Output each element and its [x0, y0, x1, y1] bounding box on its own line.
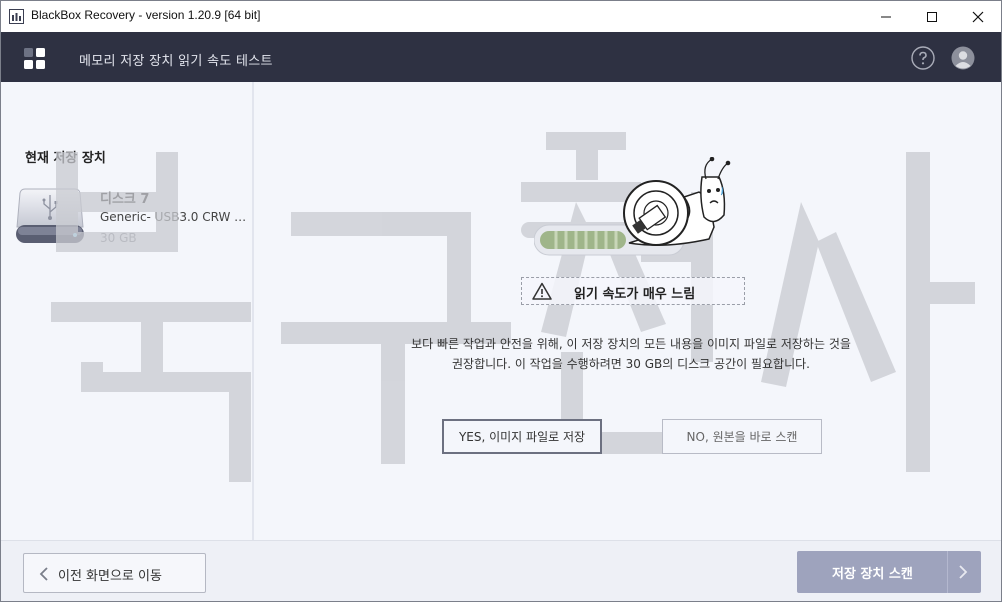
app-window: BlackBox Recovery - version 1.20.9 [64 b…: [0, 0, 1002, 602]
scan-button-label: 저장 장치 스캔: [832, 567, 913, 582]
app-logo-icon: [9, 9, 24, 24]
warning-triangle-icon: [532, 282, 552, 300]
warning-text: 읽기 속도가 매우 느림: [574, 287, 696, 302]
recommendation-line-1: 보다 빠른 작업과 안전을 위해, 이 저장 장치의 모든 내용을 이미지 파일…: [411, 337, 851, 351]
footer-bar: 이전 화면으로 이동 저장 장치 스캔: [1, 540, 1001, 601]
window-title: BlackBox Recovery - version 1.20.9 [64 b…: [31, 8, 261, 22]
drive-name[interactable]: 디스크 7: [100, 188, 149, 207]
slow-speed-warning: 읽기 속도가 매우 느림: [521, 277, 745, 305]
chevron-left-icon: [39, 567, 48, 581]
main-content: [256, 82, 1001, 540]
close-icon: [972, 11, 984, 22]
recommendation-text: 보다 빠른 작업과 안전을 위해, 이 저장 장치의 모든 내용을 이미지 파일…: [341, 334, 921, 374]
scan-device-button[interactable]: 저장 장치 스캔: [797, 551, 981, 593]
sidebar: 현재 저장 장치 디스크 7 Generic- USB3.0 CRW … 30 …: [1, 82, 254, 540]
title-bar: BlackBox Recovery - version 1.20.9 [64 b…: [1, 1, 1001, 32]
header-bar: 메모리 저장 장치 읽기 속도 테스트: [1, 32, 1001, 82]
slow-speed-snail-icon: [534, 157, 731, 256]
close-button[interactable]: [955, 1, 1001, 32]
maximize-button[interactable]: [909, 1, 955, 32]
user-avatar-icon[interactable]: [951, 46, 975, 70]
minimize-button[interactable]: [863, 1, 909, 32]
drive-model: Generic- USB3.0 CRW …: [100, 210, 247, 224]
page-title: 메모리 저장 장치 읽기 속도 테스트: [79, 54, 273, 69]
usb-drive-icon: [16, 188, 84, 243]
recommendation-line-2: 권장합니다. 이 작업을 수행하려면 30 GB의 디스크 공간이 필요합니다.: [452, 357, 810, 371]
back-button-label: 이전 화면으로 이동: [58, 569, 162, 584]
drive-size: 30 GB: [100, 231, 137, 245]
button-divider: [947, 551, 948, 593]
back-button[interactable]: 이전 화면으로 이동: [23, 553, 206, 593]
current-device-heading: 현재 저장 장치: [25, 151, 106, 166]
help-circle-icon[interactable]: [911, 46, 935, 70]
scan-original-button[interactable]: NO, 원본을 바로 스캔: [662, 419, 822, 454]
save-image-button[interactable]: YES, 이미지 파일로 저장: [442, 419, 602, 454]
menu-grid-icon[interactable]: [24, 48, 46, 70]
maximize-icon: [927, 11, 937, 22]
minimize-icon: [881, 16, 891, 17]
chevron-right-icon: [959, 565, 968, 579]
